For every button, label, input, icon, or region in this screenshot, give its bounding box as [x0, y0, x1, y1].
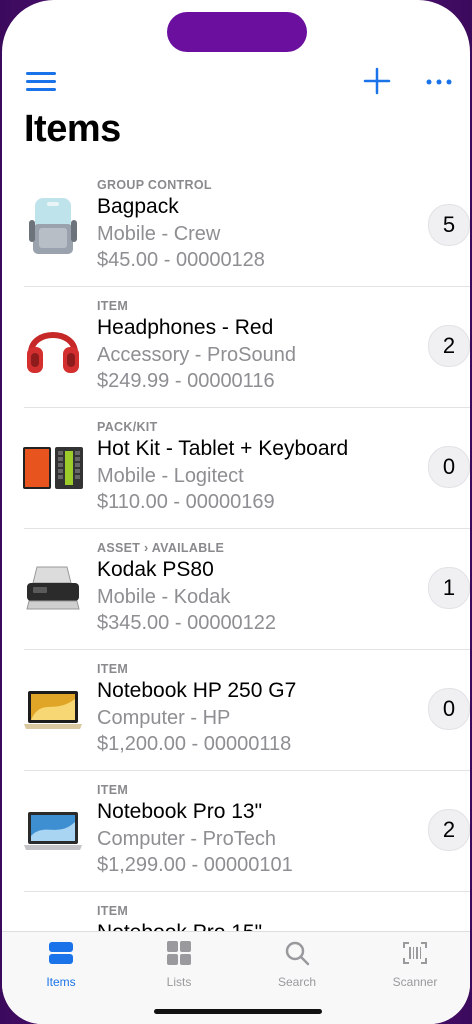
item-category: Computer - ProTech: [97, 828, 276, 850]
item-price-code: $345.00 - 00000122: [97, 612, 277, 634]
headphones-thumbnail: [22, 307, 84, 387]
home-indicator: [154, 1009, 322, 1014]
tab-search[interactable]: Search: [252, 940, 342, 990]
hamburger-icon[interactable]: [26, 72, 56, 92]
item-type: ITEM: [97, 904, 129, 918]
quantity-badge: 0: [428, 688, 470, 730]
laptop-gold-thumbnail: [22, 670, 84, 750]
device-frame: Items GROUP CONTROL Bagpack Mobile - Cre…: [0, 0, 472, 1024]
page-title: Items: [24, 108, 121, 150]
grid-icon: [167, 941, 191, 965]
tab-label: Lists: [166, 975, 192, 989]
tab-label: Scanner: [392, 975, 438, 989]
top-bar: [2, 60, 470, 104]
item-name: Headphones - Red: [97, 316, 274, 339]
tab-lists[interactable]: Lists: [134, 940, 224, 990]
item-type: ITEM: [97, 299, 129, 313]
list-item[interactable]: ASSET › AVAILABLE Kodak PS80 Mobile - Ko…: [24, 529, 470, 650]
tab-label: Items: [46, 975, 76, 989]
tab-items[interactable]: Items: [16, 940, 106, 990]
item-category: Mobile - Crew: [97, 223, 221, 245]
tab-scanner[interactable]: Scanner: [370, 940, 460, 990]
item-category: Accessory - ProSound: [97, 344, 296, 366]
item-type: GROUP CONTROL: [97, 178, 212, 192]
item-name: Hot Kit - Tablet + Keyboard: [97, 437, 349, 460]
quantity-badge: 1: [428, 567, 470, 609]
item-type: PACK/KIT: [97, 420, 158, 434]
ellipsis-icon[interactable]: [424, 70, 454, 94]
item-name: Bagpack: [97, 195, 179, 218]
backpack-thumbnail: [22, 186, 84, 266]
laptop-blue-thumbnail: [22, 791, 84, 871]
list-item[interactable]: PACK/KIT Hot Kit - Tablet + Keyboard Mob…: [22, 408, 470, 529]
item-type: ITEM: [97, 662, 129, 676]
list-item[interactable]: GROUP CONTROL Bagpack Mobile - Crew $45.…: [24, 166, 470, 287]
item-price-code: $249.99 - 00000116: [97, 370, 275, 392]
quantity-badge: 2: [428, 809, 470, 851]
item-type: ASSET › AVAILABLE: [97, 541, 225, 555]
quantity-badge: 5: [428, 204, 470, 246]
quantity-badge: 0: [428, 446, 470, 488]
scanner-thumbnail: [22, 549, 84, 629]
tablet-keyboard-thumbnail: [22, 428, 84, 508]
item-category: Mobile - Kodak: [97, 586, 231, 608]
barcode-scanner-icon: [403, 942, 427, 964]
item-name: Notebook HP 250 G7: [97, 679, 297, 702]
app-screen: Items GROUP CONTROL Bagpack Mobile - Cre…: [2, 0, 470, 1024]
items-list: GROUP CONTROL Bagpack Mobile - Crew $45.…: [2, 166, 470, 934]
item-category: Mobile - Logitect: [97, 465, 244, 487]
tab-bar: Items Lists Search Scanner: [2, 931, 470, 1024]
quantity-badge: 2: [428, 325, 470, 367]
list-item[interactable]: ITEM Headphones - Red Accessory - ProSou…: [24, 287, 470, 408]
list-item[interactable]: ITEM Notebook Pro 13" Computer - ProTech…: [24, 771, 470, 892]
items-icon: [49, 942, 73, 964]
dynamic-island: [167, 12, 307, 52]
item-price-code: $1,200.00 - 00000118: [97, 733, 292, 755]
item-price-code: $45.00 - 00000128: [97, 249, 265, 271]
item-price-code: $1,299.00 - 00000101: [97, 854, 293, 876]
search-icon: [285, 941, 310, 966]
list-item[interactable]: ITEM Notebook HP 250 G7 Computer - HP $1…: [24, 650, 470, 771]
tab-label: Search: [277, 975, 317, 989]
item-name: Kodak PS80: [97, 558, 214, 581]
item-price-code: $110.00 - 00000169: [97, 491, 275, 513]
item-type: ITEM: [97, 783, 129, 797]
item-category: Computer - HP: [97, 707, 231, 729]
plus-icon[interactable]: [362, 66, 392, 96]
item-name: Notebook Pro 13": [97, 800, 263, 823]
list-item[interactable]: ITEM Notebook Pro 15": [24, 892, 470, 934]
